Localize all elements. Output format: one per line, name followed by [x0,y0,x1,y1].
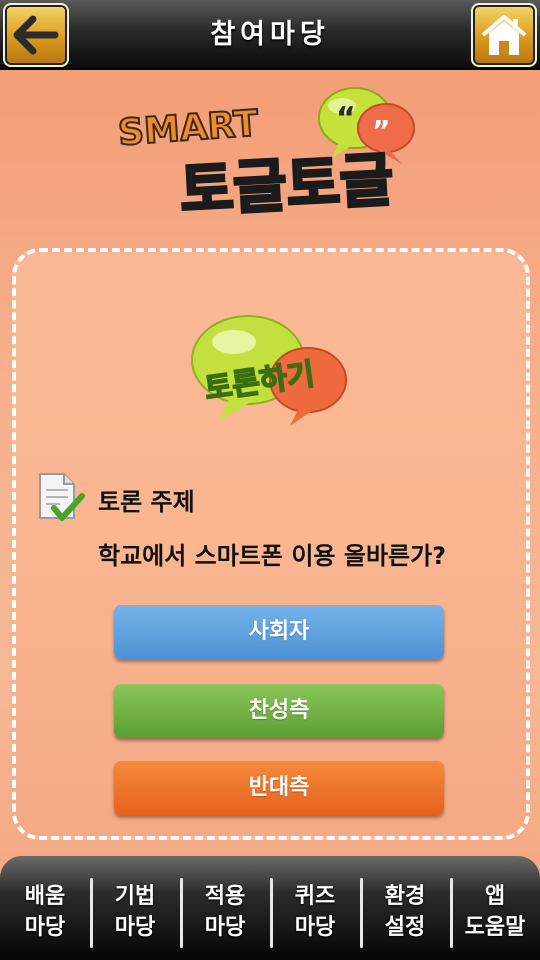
nav-application[interactable]: 적용마당 [180,856,270,960]
logo-smart-text: SMART [117,103,260,154]
nav-label-line2: 도움말 [464,915,526,940]
nav-label-line1: 적용 [204,884,246,909]
nav-label-line2: 마당 [24,915,66,940]
home-button[interactable] [471,3,537,67]
nav-label-line2: 마당 [294,915,336,940]
nav-label-line2: 설정 [384,915,426,940]
topic-text: 학교에서 스마트폰 이용 올바른가? [98,542,447,570]
nav-learning[interactable]: 배움마당 [0,856,90,960]
document-check-icon [39,473,85,521]
moderator-button[interactable]: 사회자 [114,605,444,659]
nav-app-help[interactable]: 앱도움말 [450,856,540,960]
home-icon [481,15,527,55]
nav-settings[interactable]: 환경설정 [360,856,450,960]
nav-techniques[interactable]: 기법마당 [90,856,180,960]
nav-label-line1: 환경 [384,884,426,909]
nav-label-line1: 배움 [24,884,66,909]
logo-title-text: 토글토글 [178,146,395,225]
debate-badge: 토론하기 [190,308,350,428]
page-title: 참여마당 [210,19,330,50]
svg-text:”: ” [372,114,390,147]
app-logo: “ ” SMART 토글토글 [110,78,420,238]
app-header: 참여마당 [0,0,540,70]
pro-side-button[interactable]: 찬성측 [114,684,444,738]
svg-text:“: “ [336,101,356,136]
nav-label-line1: 기법 [114,884,156,909]
nav-label-line2: 마당 [204,915,246,940]
con-side-button[interactable]: 반대측 [114,761,444,815]
topic-label: 토론 주제 [98,488,195,516]
topic-header: 토론 주제 [34,470,494,524]
nav-label-line1: 퀴즈 [294,884,336,909]
nav-label-line1: 앱 [484,884,506,909]
bottom-nav: 배움마당 기법마당 적용마당 퀴즈마당 환경설정 앱도움말 [0,856,540,960]
nav-quiz[interactable]: 퀴즈마당 [270,856,360,960]
nav-label-line2: 마당 [114,915,156,940]
